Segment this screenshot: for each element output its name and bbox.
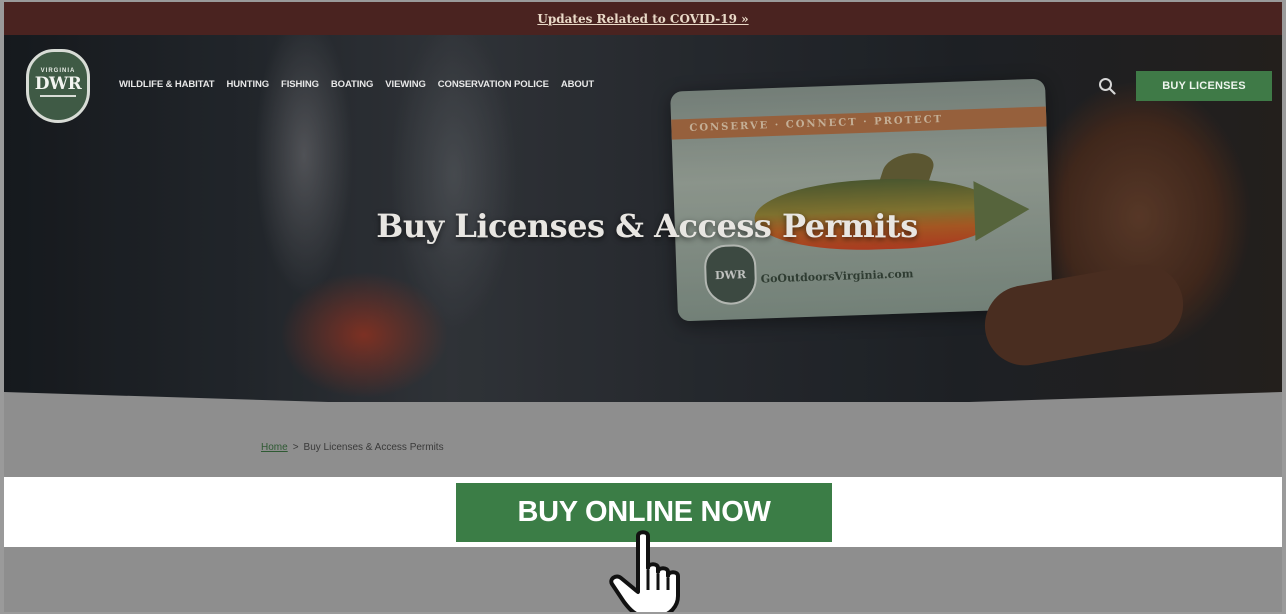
covid-alert-bar: Updates Related to COVID-19 » xyxy=(4,2,1282,35)
nav-item-fishing[interactable]: FISHING xyxy=(281,79,319,90)
main-nav: WILDLIFE & HABITAT HUNTING FISHING BOATI… xyxy=(119,79,606,90)
nav-item-boating[interactable]: BOATING xyxy=(331,79,374,90)
nav-item-about[interactable]: ABOUT xyxy=(561,79,594,90)
logo-main-text: DWR xyxy=(34,73,82,94)
breadcrumb-separator: > xyxy=(292,442,299,453)
page-title: Buy Licenses & Access Permits xyxy=(376,207,918,245)
dwr-logo[interactable]: VIRGINIA DWR xyxy=(26,49,90,123)
breadcrumb-current: Buy Licenses & Access Permits xyxy=(303,442,444,453)
breadcrumb-band xyxy=(4,402,1282,477)
hand-pointer-icon xyxy=(609,530,680,612)
covid-updates-link[interactable]: Updates Related to COVID-19 » xyxy=(537,12,748,26)
nav-item-wildlife-habitat[interactable]: WILDLIFE & HABITAT xyxy=(119,79,215,90)
hero-banner: CONSERVE · CONNECT · PROTECT DWR GoOutdo… xyxy=(4,35,1282,410)
nav-item-hunting[interactable]: HUNTING xyxy=(226,79,269,90)
search-icon[interactable] xyxy=(1098,77,1116,95)
logo-mountain-mark xyxy=(40,94,76,105)
buy-licenses-button[interactable]: BUY LICENSES xyxy=(1136,71,1272,101)
nav-item-conservation-police[interactable]: CONSERVATION POLICE xyxy=(438,79,549,90)
page-frame: Updates Related to COVID-19 » CONSERVE ·… xyxy=(4,2,1282,612)
breadcrumb-home-link[interactable]: Home xyxy=(261,442,288,453)
nav-item-viewing[interactable]: VIEWING xyxy=(385,79,426,90)
breadcrumb: Home > Buy Licenses & Access Permits xyxy=(261,442,444,453)
